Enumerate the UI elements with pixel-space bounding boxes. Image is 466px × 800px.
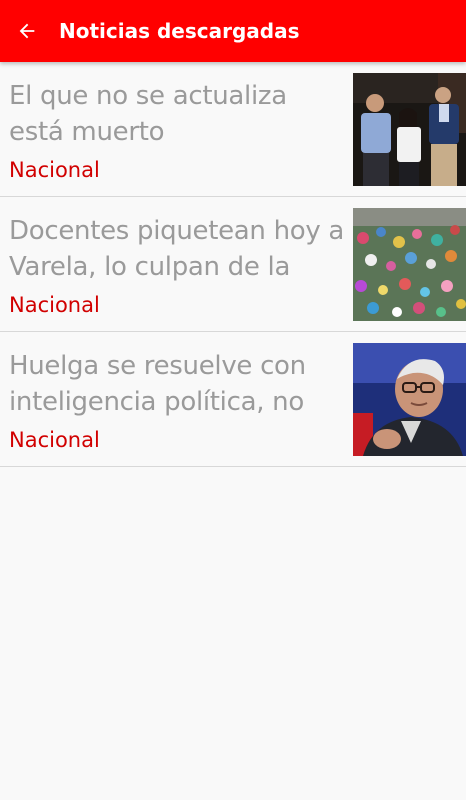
app-bar: Noticias descargadas <box>0 0 466 62</box>
back-button[interactable] <box>0 0 54 62</box>
photo-man-glasses-interview <box>353 343 466 456</box>
news-item[interactable]: El que no se actualiza está muerto Nacio… <box>0 62 466 197</box>
news-item-title: El que no se actualiza está muerto <box>9 81 287 147</box>
news-thumbnail <box>353 343 466 456</box>
arrow-left-icon <box>16 20 38 42</box>
news-thumbnail <box>353 73 466 186</box>
news-item-title: Docentes piquetean hoy a Varela, lo culp… <box>9 216 345 282</box>
downloaded-news-list: El que no se actualiza está muerto Nacio… <box>0 62 466 467</box>
news-thumbnail <box>353 208 466 321</box>
news-item-category: Nacional <box>9 428 100 452</box>
news-item-category: Nacional <box>9 158 100 182</box>
news-item[interactable]: Docentes piquetean hoy a Varela, lo culp… <box>0 197 466 332</box>
news-item-category: Nacional <box>9 293 100 317</box>
news-item-title: Huelga se resuelve con inteligencia polí… <box>9 351 306 417</box>
news-item[interactable]: Huelga se resuelve con inteligencia polí… <box>0 332 466 467</box>
photo-protest-crowd <box>353 208 466 321</box>
photo-three-politicians <box>353 73 466 186</box>
page-title: Noticias descargadas <box>59 19 300 43</box>
